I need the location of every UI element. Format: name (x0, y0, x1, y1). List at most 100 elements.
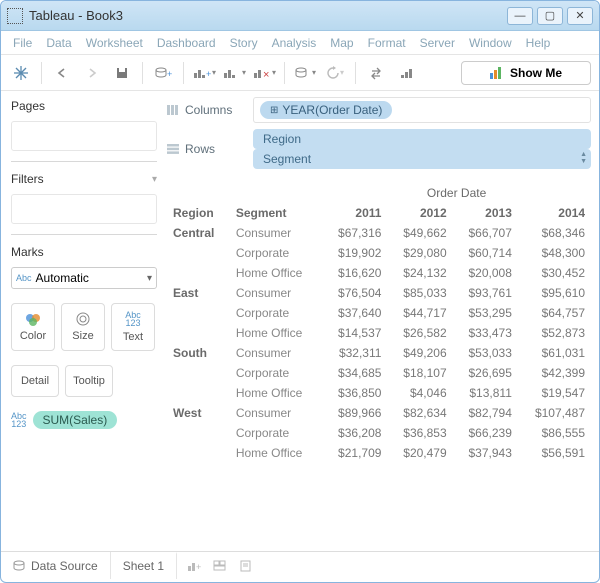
marks-color-button[interactable]: Color (11, 303, 55, 351)
svg-text:×: × (263, 69, 269, 80)
menu-worksheet[interactable]: Worksheet (86, 36, 143, 50)
toolbar: + + ▾ ▾ × ▾ ▾ ▾ Show Me (1, 55, 599, 91)
year-header-2013: 2013 (453, 203, 518, 223)
new-story-tab-button[interactable] (239, 560, 253, 572)
row-pill-region[interactable]: Region (253, 129, 591, 149)
new-worksheet-button[interactable]: + ▾ (192, 61, 216, 85)
sum-sales-pill[interactable]: SUM(Sales) (33, 411, 118, 429)
table-row: CentralConsumer$67,316$49,662$66,707$68,… (167, 223, 591, 243)
table-row: Corporate$37,640$44,717$53,295$64,757 (167, 303, 591, 323)
segment-stepper-up[interactable]: ▲ (580, 151, 587, 158)
rows-shelf-label: Rows (167, 142, 245, 156)
filters-shelf-label: Filters (11, 172, 44, 186)
save-button[interactable] (110, 61, 134, 85)
menu-analysis[interactable]: Analysis (272, 36, 317, 50)
clear-sheet-button[interactable]: × ▾ (252, 61, 276, 85)
new-worksheet-tab-button[interactable]: + (187, 560, 201, 572)
duplicate-sheet-button[interactable]: ▾ (222, 61, 246, 85)
text-badge-icon: Abc123 (11, 412, 27, 428)
minimize-button[interactable]: — (507, 7, 533, 25)
left-panel: Pages Filters ▾ Marks Abc Automatic ▾ Co… (1, 91, 167, 551)
chevron-down-icon: ▾ (147, 273, 152, 284)
window-title: Tableau - Book3 (29, 8, 507, 23)
tableau-logo-icon[interactable] (9, 61, 33, 85)
year-header-2014: 2014 (518, 203, 591, 223)
menu-story[interactable]: Story (230, 36, 258, 50)
connect-live-button[interactable]: ▾ (293, 61, 317, 85)
close-button[interactable]: ✕ (567, 7, 593, 25)
marks-size-button[interactable]: Size (61, 303, 105, 351)
table-row: EastConsumer$76,504$85,033$93,761$95,610 (167, 283, 591, 303)
refresh-button[interactable]: ▾ (323, 61, 347, 85)
show-me-icon (490, 67, 504, 79)
svg-text:+: + (167, 69, 172, 79)
sort-asc-button[interactable] (394, 61, 418, 85)
color-icon (25, 312, 41, 326)
viz-area: Columns ⊞ YEAR(Order Date) Rows RegionSe… (167, 91, 599, 551)
show-me-label: Show Me (510, 66, 562, 80)
marks-shelf-label: Marks (11, 245, 157, 259)
menu-map[interactable]: Map (330, 36, 353, 50)
crosstab: Order DateRegionSegment2011201220132014C… (167, 183, 591, 463)
marks-text-button[interactable]: Abc123 Text (111, 303, 155, 351)
year-header-2012: 2012 (387, 203, 452, 223)
show-me-button[interactable]: Show Me (461, 61, 591, 85)
table-row: Corporate$34,685$18,107$26,695$42,399 (167, 363, 591, 383)
svg-text:+: + (196, 562, 201, 572)
marks-color-label: Color (20, 330, 46, 342)
table-row: SouthConsumer$32,311$49,206$53,033$61,03… (167, 343, 591, 363)
sheet1-tab[interactable]: Sheet 1 (111, 552, 177, 579)
marks-text-label: Text (123, 331, 143, 343)
table-row: Home Office$16,620$24,132$20,008$30,452 (167, 263, 591, 283)
year-header-2011: 2011 (322, 203, 387, 223)
columns-icon (167, 105, 179, 115)
table-row: Corporate$19,902$29,080$60,714$48,300 (167, 243, 591, 263)
year-order-date-pill[interactable]: ⊞ YEAR(Order Date) (260, 101, 392, 119)
new-dashboard-tab-button[interactable] (213, 560, 227, 572)
marks-detail-button[interactable]: Detail (11, 365, 59, 397)
bottom-bar: Data Source Sheet 1 + (1, 551, 599, 579)
region-col-header: Region (167, 203, 230, 223)
plus-icon: ⊞ (270, 105, 278, 116)
back-button[interactable] (50, 61, 74, 85)
menu-window[interactable]: Window (469, 36, 512, 50)
filters-shelf[interactable] (11, 194, 157, 224)
menu-dashboard[interactable]: Dashboard (157, 36, 216, 50)
rows-icon (167, 144, 179, 154)
svg-text:+: + (206, 69, 211, 79)
filters-dropdown-icon[interactable]: ▾ (152, 174, 157, 185)
menu-server[interactable]: Server (420, 36, 455, 50)
menu-format[interactable]: Format (368, 36, 406, 50)
table-row: Corporate$36,208$36,853$66,239$86,555 (167, 423, 591, 443)
menu-help[interactable]: Help (526, 36, 551, 50)
menu-file[interactable]: File (13, 36, 32, 50)
table-row: WestConsumer$89,966$82,634$82,794$107,48… (167, 403, 591, 423)
segment-col-header: Segment (230, 203, 322, 223)
marks-tooltip-button[interactable]: Tooltip (65, 365, 113, 397)
table-row: Home Office$36,850$4,046$13,811$19,547 (167, 383, 591, 403)
menu-data[interactable]: Data (46, 36, 71, 50)
datasource-tab[interactable]: Data Source (1, 552, 111, 579)
marks-type-select[interactable]: Abc Automatic ▾ (11, 267, 157, 289)
size-icon (75, 312, 91, 326)
new-datasource-button[interactable]: + (151, 61, 175, 85)
pages-shelf[interactable] (11, 121, 157, 151)
rows-shelf[interactable]: RegionSegment▲▼ (253, 129, 591, 169)
segment-stepper-down[interactable]: ▼ (580, 158, 587, 165)
swap-button[interactable] (364, 61, 388, 85)
marks-type-value: Automatic (36, 271, 89, 285)
text-icon: Abc123 (125, 311, 141, 327)
titlebar: Tableau - Book3 — ▢ ✕ (1, 1, 599, 31)
columns-shelf-label: Columns (167, 103, 245, 117)
table-row: Home Office$14,537$26,582$33,473$52,873 (167, 323, 591, 343)
menubar: File Data Worksheet Dashboard Story Analysis M… (1, 31, 599, 55)
datasource-icon (13, 560, 25, 572)
forward-button[interactable] (80, 61, 104, 85)
maximize-button[interactable]: ▢ (537, 7, 563, 25)
columns-shelf[interactable]: ⊞ YEAR(Order Date) (253, 97, 591, 123)
table-row: Home Office$21,709$20,479$37,943$56,591 (167, 443, 591, 463)
row-pill-segment[interactable]: Segment▲▼ (253, 149, 591, 169)
marks-size-label: Size (72, 330, 93, 342)
order-date-header: Order Date (322, 183, 591, 203)
pages-shelf-label: Pages (11, 99, 157, 113)
